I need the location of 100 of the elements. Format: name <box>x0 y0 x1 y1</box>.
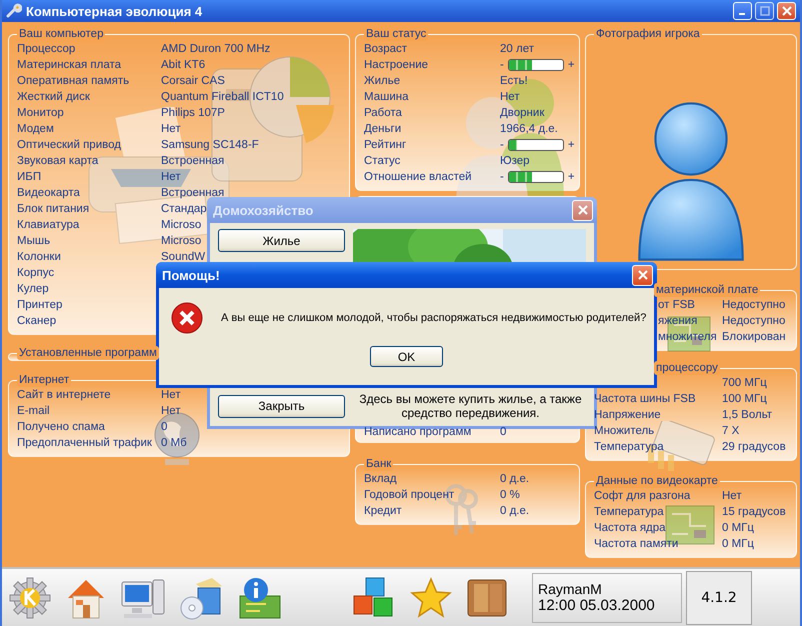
row-value: Недоступно <box>722 298 786 313</box>
minimize-button[interactable] <box>733 2 752 20</box>
row-value: 100 МГц <box>722 392 767 407</box>
row-value: Блокирован <box>722 330 786 345</box>
row-label: Получено спама <box>17 420 106 435</box>
date-time: 12:00 05.03.2000 <box>538 597 656 614</box>
row-label: Софт для разгона <box>594 489 692 504</box>
ok-button[interactable]: OK <box>370 346 443 367</box>
plus-label: + <box>568 138 575 153</box>
row-label: E-mail <box>17 404 51 419</box>
row-label: Предоплаченный трафик <box>17 436 153 451</box>
row-value: Встроенная <box>161 186 224 201</box>
row-value: 0 % <box>500 488 520 503</box>
row-value: 29 градусов <box>722 440 786 455</box>
user-name: RaymanM <box>538 581 603 597</box>
row-label: Статус <box>364 154 402 169</box>
row-value: Microso <box>161 218 202 233</box>
row-label: Частота ядра <box>594 521 667 536</box>
minus-label: - <box>500 58 504 73</box>
close-button[interactable] <box>632 264 653 286</box>
error-icon <box>171 302 203 334</box>
row-label: от FSB <box>658 298 696 313</box>
minus-label: - <box>500 138 504 153</box>
row-label: Жилье <box>364 74 402 89</box>
panel-title: Ваш компьютер <box>17 27 106 41</box>
panel-title: материнской плате <box>654 283 760 297</box>
row-value: Дворник <box>500 106 544 121</box>
maximize-button[interactable] <box>755 2 774 20</box>
row-label: Машина <box>364 90 410 105</box>
row-value: 20 лет <box>500 42 534 57</box>
row-label: Деньги <box>364 122 402 137</box>
minus-label: - <box>500 170 504 185</box>
row-label: Монитор <box>17 106 65 121</box>
row-value: 0 Мб <box>161 436 187 451</box>
row-label: Жесткий диск <box>17 90 91 105</box>
row-label: Вклад <box>364 472 398 487</box>
row-label: Возраст <box>364 42 408 57</box>
row-value: Нет <box>161 388 181 403</box>
panel-title: Интернет <box>17 373 72 387</box>
row-value: 700 МГц <box>722 376 767 391</box>
row-label: Температура <box>594 505 665 520</box>
row-label: Модем <box>17 122 55 137</box>
dialog-message: А вы еще не слишком молодой, чтобы распоряжаться недвижимостью родителей? <box>221 312 646 324</box>
row-value: 1966,4 д.е. <box>500 122 558 137</box>
star-icon[interactable] <box>408 576 454 620</box>
row-label: Мышь <box>17 234 52 249</box>
row-value: Стандар <box>161 202 207 217</box>
row-value: 1,5 Вольт <box>722 408 772 423</box>
row-value: Corsair CAS <box>161 74 225 89</box>
row-label: Процессор <box>17 42 76 57</box>
row-value: Встроенная <box>161 154 224 169</box>
row-label: Температура <box>594 440 665 455</box>
row-label: Отношение властей <box>364 170 473 185</box>
row-value: Нет <box>161 404 181 419</box>
dialog-description: Здесь вы можете купить жилье, а также средство передвижения. <box>358 392 583 420</box>
panel-title: Фотография игрока <box>594 27 702 41</box>
row-label: Видеокарта <box>17 186 81 201</box>
row-label: Оптический привод <box>17 138 122 153</box>
dialog-title: Помощь! <box>162 268 220 282</box>
row-label: Множитель <box>594 424 656 439</box>
row-label: Кулер <box>17 282 50 297</box>
wrench-icon <box>6 3 22 19</box>
row-value: Abit KT6 <box>161 58 206 73</box>
plus-label: + <box>568 58 575 73</box>
row-label: Написано программ <box>364 425 472 440</box>
row-value: Philips 107P <box>161 106 225 121</box>
row-value: 0 д.е. <box>500 472 530 487</box>
software-box-icon[interactable] <box>178 576 224 620</box>
row-label: Кредит <box>364 504 403 519</box>
row-value: Нет <box>722 489 742 504</box>
version-label: 4.1.2 <box>701 590 737 606</box>
row-label: Колонки <box>17 250 62 265</box>
close-dialog-button[interactable]: Закрыть <box>218 394 345 418</box>
row-value: AMD Duron 700 MHz <box>161 42 270 57</box>
panel-title: процессору <box>654 361 720 375</box>
maximize-icon <box>760 6 770 16</box>
panel-title: Банк <box>364 457 394 471</box>
housing-button[interactable]: Жилье <box>218 229 345 252</box>
row-value: 0 <box>161 420 168 435</box>
window-title: Компьютерная эволюция 4 <box>26 4 202 18</box>
row-label: Звуковая карта <box>17 154 100 169</box>
row-value: 0 МГц <box>722 537 754 552</box>
row-label: Сканер <box>17 314 58 329</box>
row-label: Клавиатура <box>17 218 80 233</box>
row-label: Частота памяти <box>594 537 680 552</box>
row-value: 0 МГц <box>722 521 754 536</box>
close-button[interactable] <box>777 2 796 20</box>
row-label: Оперативная память <box>17 74 130 89</box>
row-label: Материнская плата <box>17 58 122 73</box>
panel-title: Установленные программ <box>17 346 159 360</box>
row-value: 15 градусов <box>722 505 786 520</box>
plus-label: + <box>568 170 575 185</box>
row-value: Quantum Fireball ICT10 <box>161 90 284 105</box>
row-value: SoundW <box>161 250 206 265</box>
panel-title: Ваш статус <box>364 27 428 41</box>
row-label: ИБП <box>17 170 42 185</box>
row-label: Работа <box>364 106 403 121</box>
row-label: Блок питания <box>17 202 90 217</box>
row-value: 7 X <box>722 424 740 439</box>
gear-icon[interactable] <box>8 576 52 620</box>
